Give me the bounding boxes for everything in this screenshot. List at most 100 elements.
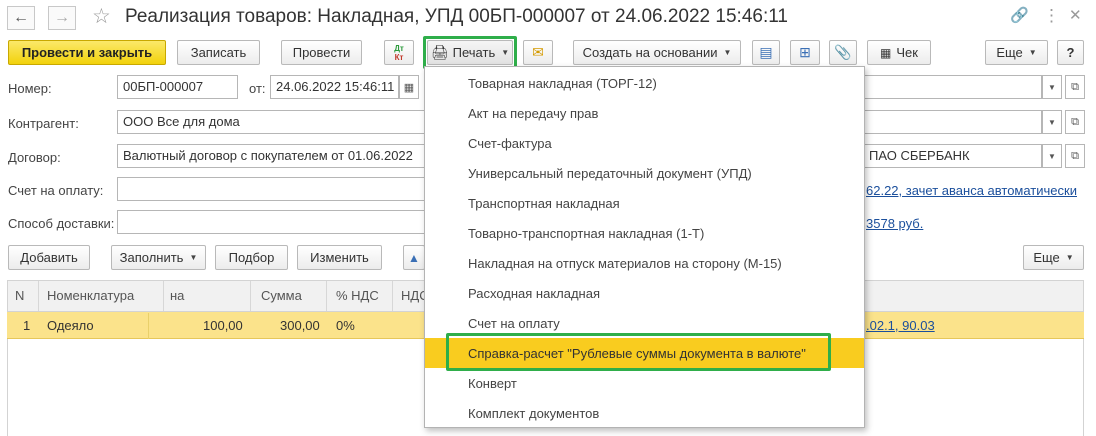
email-button[interactable]: ✉ <box>523 40 553 65</box>
add-row-button[interactable]: Добавить <box>8 245 90 270</box>
organization-field[interactable] <box>864 75 1042 99</box>
arrow-left-icon: ← <box>13 9 29 26</box>
column-divider <box>38 281 39 311</box>
column-header-price[interactable]: на <box>170 288 184 303</box>
bank-account-open-button[interactable]: ⧉ <box>1065 144 1085 168</box>
menu-item-rights-transfer-act[interactable]: Акт на передачу прав <box>425 98 864 128</box>
back-button[interactable]: ← <box>7 6 35 30</box>
table-more-button[interactable]: Еще ▼ <box>1023 245 1084 270</box>
open-window-icon: ⧉ <box>1071 115 1079 128</box>
row-item: Одеяло <box>47 318 94 333</box>
settlements-link[interactable]: 62.22, зачет аванса автоматически <box>866 183 1077 198</box>
menu-item-m15[interactable]: Накладная на отпуск материалов на сторон… <box>425 248 864 278</box>
counterparty-field[interactable]: ООО Все для дома <box>117 110 425 134</box>
help-button[interactable]: ? <box>1057 40 1084 65</box>
arrow-right-icon: → <box>54 9 70 26</box>
printer-icon: 🖨 <box>430 44 449 60</box>
paperclip-icon: 📎 <box>834 44 852 60</box>
pick-button[interactable]: Подбор <box>215 245 288 270</box>
page-title: Реализация товаров: Накладная, УПД 00БП-… <box>125 6 788 27</box>
change-button[interactable]: Изменить <box>297 245 382 270</box>
open-window-icon: ⧉ <box>1071 149 1079 162</box>
column-header-vat-rate[interactable]: % НДС <box>336 288 379 303</box>
post-and-close-button[interactable]: Провести и закрыть <box>8 40 166 65</box>
link-icon[interactable]: 🔗 <box>1010 6 1029 24</box>
print-menu: Товарная накладная (ТОРГ-12) Акт на пере… <box>424 66 865 428</box>
menu-item-upd[interactable]: Универсальный передаточный документ (УПД… <box>425 158 864 188</box>
warehouse-dropdown[interactable]: ▼ <box>1042 110 1062 134</box>
dt-kt-button[interactable]: Дт Кт <box>384 40 414 65</box>
row-price: 100,00 <box>203 318 243 333</box>
kt-label: Кт <box>394 52 404 62</box>
row-sum: 300,00 <box>280 318 320 333</box>
organization-dropdown[interactable]: ▼ <box>1042 75 1062 99</box>
post-button[interactable]: Провести <box>281 40 362 65</box>
date-field[interactable]: 24.06.2022 15:46:11 <box>270 75 399 99</box>
column-divider <box>148 313 149 339</box>
invoice-field[interactable] <box>117 177 425 201</box>
envelope-icon: ✉ <box>532 44 544 60</box>
menu-item-envelope[interactable]: Конверт <box>425 368 864 398</box>
arrow-up-icon: ▲ <box>408 250 420 265</box>
bank-account-dropdown[interactable]: ▼ <box>1042 144 1062 168</box>
report-button[interactable]: ▤ <box>752 40 780 65</box>
create-based-on-button[interactable]: Создать на основании ▼ <box>573 40 741 65</box>
number-label: Номер: <box>8 81 52 96</box>
organization-open-button[interactable]: ⧉ <box>1065 75 1085 99</box>
column-divider <box>392 281 393 311</box>
row-number: 1 <box>23 318 31 333</box>
close-icon[interactable]: ✕ <box>1069 6 1082 24</box>
print-label: Печать <box>452 45 496 60</box>
number-field[interactable]: 00БП-000007 <box>117 75 238 99</box>
more-button[interactable]: Еще ▼ <box>985 40 1048 65</box>
table-more-label: Еще <box>1033 250 1060 265</box>
structure-button[interactable]: ⊞ <box>790 40 820 65</box>
move-up-button[interactable]: ▲ <box>403 245 425 270</box>
chevron-down-icon: ▼ <box>189 253 198 262</box>
warehouse-open-button[interactable]: ⧉ <box>1065 110 1085 134</box>
chevron-down-icon: ▼ <box>501 48 510 57</box>
invoice-label: Счет на оплату: <box>8 183 104 198</box>
fill-label: Заполнить <box>119 250 184 265</box>
print-button[interactable]: 🖨 Печать ▼ <box>427 40 513 65</box>
chevron-down-icon: ▼ <box>1028 48 1037 57</box>
row-accounts[interactable]: .02.1, 90.03 <box>866 318 935 333</box>
amount-link[interactable]: 3578 руб. <box>866 216 923 231</box>
menu-item-payment-invoice[interactable]: Счет на оплату <box>425 308 864 338</box>
calendar-icon: ▦ <box>403 81 415 94</box>
column-header-item[interactable]: Номенклатура <box>47 288 134 303</box>
calendar-button[interactable]: ▦ <box>399 75 419 99</box>
menu-item-transport-waybill[interactable]: Транспортная накладная <box>425 188 864 218</box>
delivery-label: Способ доставки: <box>8 216 115 231</box>
contract-field[interactable]: Валютный договор с покупателем от 01.06.… <box>117 144 425 168</box>
contract-label: Договор: <box>8 150 61 165</box>
more-vertical-icon[interactable]: ⋮ <box>1043 6 1060 26</box>
dt-label: Дт <box>394 43 404 53</box>
more-label: Еще <box>996 45 1023 60</box>
delivery-field[interactable] <box>117 210 425 234</box>
bank-account-value: ПАО СБЕРБАНК <box>869 148 970 163</box>
attach-button[interactable]: 📎 <box>829 40 857 65</box>
menu-item-expense-waybill[interactable]: Расходная накладная <box>425 278 864 308</box>
cash-register-icon: ▦ <box>880 45 892 60</box>
favorite-star-icon[interactable]: ☆ <box>92 4 111 29</box>
bank-account-field[interactable]: ПАО СБЕРБАНК <box>864 144 1042 168</box>
chevron-down-icon: ▼ <box>1065 253 1074 262</box>
column-divider <box>250 281 251 311</box>
fill-button[interactable]: Заполнить ▼ <box>111 245 206 270</box>
warehouse-field[interactable] <box>864 110 1042 134</box>
chevron-down-icon: ▼ <box>723 48 732 57</box>
menu-item-invoice[interactable]: Счет-фактура <box>425 128 864 158</box>
menu-item-torg12[interactable]: Товарная накладная (ТОРГ-12) <box>425 68 864 98</box>
menu-item-currency-certificate[interactable]: Справка-расчет "Рублевые суммы документа… <box>425 338 864 368</box>
menu-item-goods-transport-waybill[interactable]: Товарно-транспортная накладная (1-Т) <box>425 218 864 248</box>
column-divider <box>163 281 164 311</box>
counterparty-label: Контрагент: <box>8 116 79 131</box>
check-button[interactable]: ▦ Чек <box>867 40 931 65</box>
save-button[interactable]: Записать <box>177 40 260 65</box>
column-header-n[interactable]: N <box>15 288 24 303</box>
menu-item-document-set[interactable]: Комплект документов <box>425 398 864 428</box>
forward-button[interactable]: → <box>48 6 76 30</box>
column-header-sum[interactable]: Сумма <box>261 288 302 303</box>
column-divider <box>326 281 327 311</box>
